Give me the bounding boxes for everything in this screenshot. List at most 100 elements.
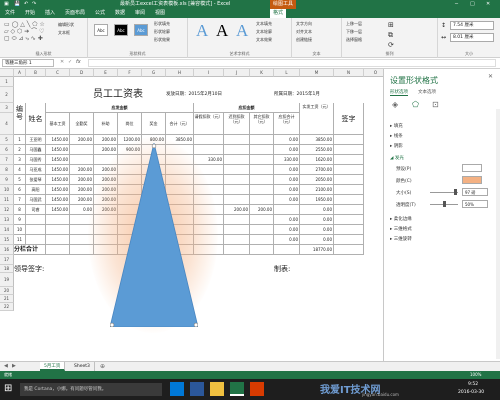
name-box[interactable]: 等腰三角形 1 bbox=[2, 59, 54, 67]
row-header[interactable]: 13 bbox=[0, 215, 14, 225]
amount-cell[interactable]: 330.00 bbox=[274, 155, 300, 165]
amount-cell[interactable]: 3850.00 bbox=[300, 135, 334, 145]
tab-page-layout[interactable]: 页面布局 bbox=[62, 9, 88, 18]
row-header[interactable]: 18 bbox=[0, 265, 14, 273]
add-sheet-icon[interactable]: ⊕ bbox=[100, 363, 105, 370]
column-header[interactable]: D bbox=[70, 69, 94, 77]
row-header[interactable]: 11 bbox=[0, 195, 14, 205]
row-header[interactable]: 3 bbox=[0, 103, 14, 113]
amount-cell[interactable] bbox=[70, 155, 94, 165]
windows-start-icon[interactable]: ⊞ bbox=[4, 383, 12, 394]
text-direction-button[interactable]: 文字方向 bbox=[296, 21, 312, 27]
amount-cell[interactable]: 0.00 bbox=[274, 225, 300, 235]
amount-cell[interactable]: 0.00 bbox=[300, 215, 334, 225]
align-text-button[interactable]: 对齐文本 bbox=[296, 29, 312, 35]
signature-cell[interactable] bbox=[334, 135, 364, 145]
redo-icon[interactable]: ↷ bbox=[32, 0, 36, 9]
signature-cell[interactable] bbox=[334, 225, 364, 235]
column-header[interactable]: E bbox=[94, 69, 118, 77]
pane-close-icon[interactable]: ✕ bbox=[488, 73, 493, 80]
row-number[interactable]: 7 bbox=[14, 195, 26, 205]
amount-cell[interactable]: 1450.00 bbox=[46, 175, 70, 185]
amount-cell[interactable]: 0.00 bbox=[274, 235, 300, 245]
transparency-input[interactable]: 50% bbox=[462, 200, 488, 208]
employee-name[interactable] bbox=[26, 225, 46, 235]
column-header[interactable]: G bbox=[142, 69, 166, 77]
create-link-button[interactable]: 创建链接 bbox=[296, 37, 312, 43]
amount-cell[interactable]: 1450.00 bbox=[46, 155, 70, 165]
align-icon[interactable]: ⊞ bbox=[388, 21, 394, 29]
text-box-button[interactable]: 文本框 bbox=[58, 30, 70, 36]
header-no[interactable]: 编号 bbox=[14, 103, 26, 135]
row-number[interactable]: 1 bbox=[14, 135, 26, 145]
sheet-tab-may-wages[interactable]: 5月工资 bbox=[40, 362, 66, 371]
subtotal-cell[interactable] bbox=[46, 245, 70, 255]
amount-cell[interactable]: 200.00 bbox=[70, 185, 94, 195]
amount-cell[interactable] bbox=[250, 195, 274, 205]
tab-data[interactable]: 数据 bbox=[112, 9, 128, 18]
column-header[interactable]: M bbox=[300, 69, 334, 77]
row-header[interactable]: 15 bbox=[0, 235, 14, 245]
signature-cell[interactable] bbox=[334, 155, 364, 165]
amount-cell[interactable]: 0.00 bbox=[274, 135, 300, 145]
column-header[interactable]: L bbox=[274, 69, 300, 77]
section-line[interactable]: ▸ 线条 bbox=[390, 133, 403, 139]
column-header[interactable]: I bbox=[194, 69, 224, 77]
subheader-payable[interactable]: 合计（元） bbox=[166, 113, 194, 135]
fx-label[interactable]: fx bbox=[76, 59, 81, 65]
amount-cell[interactable] bbox=[224, 175, 250, 185]
employee-name[interactable]: 马国武 bbox=[26, 195, 46, 205]
leader-sign-label[interactable]: 领导签字: bbox=[14, 265, 94, 273]
employee-name[interactable]: 张爱琴 bbox=[26, 175, 46, 185]
tab-home[interactable]: 开始 bbox=[22, 9, 38, 18]
issue-date[interactable]: 发放日期：2015年2月10日 bbox=[166, 87, 274, 103]
size-input[interactable]: 97 磅 bbox=[462, 188, 488, 196]
row-number[interactable]: 11 bbox=[14, 235, 26, 245]
bring-forward-button[interactable]: 上移一层 bbox=[346, 21, 362, 27]
wordart-a-2[interactable]: A bbox=[216, 21, 228, 41]
amount-cell[interactable] bbox=[224, 185, 250, 195]
row-header[interactable]: 22 bbox=[0, 303, 14, 311]
amount-cell[interactable] bbox=[194, 145, 224, 155]
zoom-level[interactable]: 100% bbox=[470, 371, 481, 379]
amount-cell[interactable] bbox=[224, 235, 250, 245]
subtotal-label[interactable]: 分栏合计 bbox=[14, 245, 46, 255]
amount-cell[interactable]: 0.00 bbox=[274, 195, 300, 205]
employee-name[interactable] bbox=[26, 235, 46, 245]
amount-cell[interactable] bbox=[250, 135, 274, 145]
row-header[interactable]: 2 bbox=[0, 87, 14, 103]
row-header[interactable]: 19 bbox=[0, 273, 14, 287]
group-icon[interactable]: ⧉ bbox=[388, 31, 393, 40]
amount-cell[interactable]: 1450.00 bbox=[46, 205, 70, 215]
row-header[interactable]: 7 bbox=[0, 155, 14, 165]
amount-cell[interactable]: 1950.00 bbox=[300, 195, 334, 205]
row-header[interactable]: 20 bbox=[0, 287, 14, 295]
amount-cell[interactable] bbox=[224, 155, 250, 165]
period-label[interactable]: 所属日期：2015年1月 bbox=[274, 87, 334, 103]
style-swatch-3[interactable]: Abc bbox=[134, 24, 148, 36]
column-header[interactable]: F bbox=[118, 69, 142, 77]
employee-name[interactable]: 王亚明 bbox=[26, 135, 46, 145]
edit-shape-button[interactable]: 编辑形状 bbox=[58, 22, 74, 28]
amount-cell[interactable] bbox=[46, 215, 70, 225]
enter-icon[interactable]: ✓ bbox=[68, 59, 72, 65]
tab-insert[interactable]: 插入 bbox=[42, 9, 58, 18]
column-header[interactable]: N bbox=[334, 69, 364, 77]
amount-cell[interactable] bbox=[250, 175, 274, 185]
size-properties-icon[interactable]: ⊡ bbox=[432, 100, 439, 109]
row-header[interactable]: 1 bbox=[0, 77, 14, 87]
subheader-deduct[interactable]: 迟到扣款（元） bbox=[224, 113, 250, 135]
subheader-deduct[interactable]: 应扣合计（元） bbox=[274, 113, 300, 135]
column-header[interactable]: O bbox=[364, 69, 383, 77]
amount-cell[interactable] bbox=[224, 215, 250, 225]
amount-cell[interactable]: 0.00 bbox=[274, 185, 300, 195]
amount-cell[interactable]: 1450.00 bbox=[46, 145, 70, 155]
amount-cell[interactable] bbox=[250, 145, 274, 155]
file-explorer-icon[interactable] bbox=[210, 382, 224, 396]
amount-cell[interactable] bbox=[46, 225, 70, 235]
tab-shape-options[interactable]: 形状选项 bbox=[390, 89, 408, 96]
glow-color-picker[interactable] bbox=[462, 176, 482, 184]
size-slider-thumb[interactable] bbox=[454, 189, 457, 195]
amount-cell[interactable] bbox=[250, 185, 274, 195]
employee-name[interactable] bbox=[26, 215, 46, 225]
